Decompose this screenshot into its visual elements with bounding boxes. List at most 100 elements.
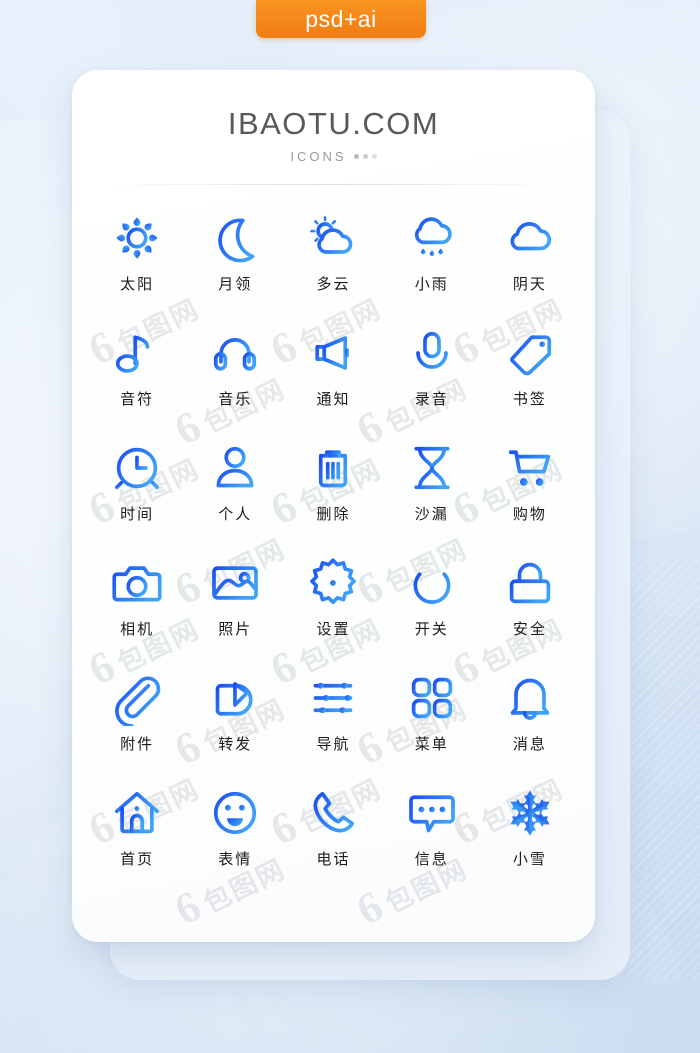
icon-label: 录音 xyxy=(414,390,449,408)
icon-label: 个人 xyxy=(218,505,253,523)
icon-cell-headphones[interactable]: 音乐 xyxy=(186,324,284,421)
power-icon[interactable] xyxy=(404,554,460,612)
phone-icon[interactable] xyxy=(305,784,361,842)
icon-label: 首页 xyxy=(120,850,155,868)
icon-label: 音乐 xyxy=(218,390,253,408)
snowflake-icon[interactable] xyxy=(502,784,558,842)
header-divider xyxy=(98,184,569,185)
alarm-clock-icon[interactable] xyxy=(109,439,165,497)
rain-icon[interactable] xyxy=(404,209,460,267)
icon-cell-home[interactable]: 首页 xyxy=(88,784,186,881)
icon-grid: 太阳 月领 多云 小雨 阴天音符 音乐 通知 录音 书签时间 个人 删除 沙漏 购物相机 照片 设置 开关 安全… xyxy=(88,209,579,881)
icon-cell-tag[interactable]: 书签 xyxy=(481,324,579,421)
icon-cell-camera[interactable]: 相机 xyxy=(88,554,186,651)
tag-icon[interactable] xyxy=(502,324,558,382)
microphone-icon[interactable] xyxy=(404,324,460,382)
speaker-icon[interactable] xyxy=(305,324,361,382)
partly-cloudy-icon[interactable] xyxy=(305,209,361,267)
icon-label: 安全 xyxy=(512,620,547,638)
icon-cell-forward[interactable]: 转发 xyxy=(186,669,284,766)
icon-label: 表情 xyxy=(218,850,253,868)
icon-label: 音符 xyxy=(120,390,155,408)
chat-icon[interactable] xyxy=(404,784,460,842)
icon-cell-chat[interactable]: 信息 xyxy=(383,784,481,881)
icon-cell-partly-cloudy[interactable]: 多云 xyxy=(284,209,382,306)
icon-label: 相机 xyxy=(120,620,155,638)
lock-icon[interactable] xyxy=(502,554,558,612)
headphones-icon[interactable] xyxy=(207,324,263,382)
card-header: IBAOTU.COM ICONS xyxy=(72,70,595,185)
sun-icon[interactable] xyxy=(109,209,165,267)
icon-label: 小雪 xyxy=(512,850,547,868)
icon-cell-sun[interactable]: 太阳 xyxy=(88,209,186,306)
icon-label: 删除 xyxy=(316,505,351,523)
icon-cell-smiley[interactable]: 表情 xyxy=(186,784,284,881)
hourglass-icon[interactable] xyxy=(404,439,460,497)
icon-label: 信息 xyxy=(414,850,449,868)
subtitle-row: ICONS xyxy=(72,149,595,164)
icon-label: 消息 xyxy=(512,735,547,753)
camera-icon[interactable] xyxy=(109,554,165,612)
sliders-icon[interactable] xyxy=(305,669,361,727)
icon-label: 转发 xyxy=(218,735,253,753)
smiley-icon[interactable] xyxy=(207,784,263,842)
icon-set-card: 6包图网 6包图网 6包图网 6包图网 6包图网 6包图网 6包图网 6包图网 6包图网 6包图网… xyxy=(72,70,595,942)
icon-label: 开关 xyxy=(414,620,449,638)
icon-cell-paperclip[interactable]: 附件 xyxy=(88,669,186,766)
icon-label: 购物 xyxy=(512,505,547,523)
grid-menu-icon[interactable] xyxy=(404,669,460,727)
icon-cell-snowflake[interactable]: 小雪 xyxy=(481,784,579,881)
icon-label: 附件 xyxy=(120,735,155,753)
moon-icon[interactable] xyxy=(207,209,263,267)
icon-cell-user[interactable]: 个人 xyxy=(186,439,284,536)
icon-cell-grid-menu[interactable]: 菜单 xyxy=(383,669,481,766)
icon-label: 小雨 xyxy=(414,275,449,293)
photo-icon[interactable] xyxy=(207,554,263,612)
icon-label: 书签 xyxy=(512,390,547,408)
icon-cell-lock[interactable]: 安全 xyxy=(481,554,579,651)
icon-label: 照片 xyxy=(218,620,253,638)
icon-label: 导航 xyxy=(316,735,351,753)
icon-cell-alarm-clock[interactable]: 时间 xyxy=(88,439,186,536)
icon-label: 月领 xyxy=(218,275,253,293)
icon-cell-bell[interactable]: 消息 xyxy=(481,669,579,766)
icon-cell-rain[interactable]: 小雨 xyxy=(383,209,481,306)
icon-cell-hourglass[interactable]: 沙漏 xyxy=(383,439,481,536)
trash-icon[interactable] xyxy=(305,439,361,497)
icon-cell-gear[interactable]: 设置 xyxy=(284,554,382,651)
icon-cell-cloud[interactable]: 阴天 xyxy=(481,209,579,306)
icon-label: 电话 xyxy=(316,850,351,868)
icon-label: 设置 xyxy=(316,620,351,638)
dots-decoration xyxy=(353,154,377,159)
psd-ai-badge: psd+ai xyxy=(256,0,426,38)
icon-label: 通知 xyxy=(316,390,351,408)
home-icon[interactable] xyxy=(109,784,165,842)
icon-cell-power[interactable]: 开关 xyxy=(383,554,481,651)
bell-icon[interactable] xyxy=(502,669,558,727)
icon-label: 阴天 xyxy=(512,275,547,293)
page-title: IBAOTU.COM xyxy=(227,106,440,141)
page-background: psd+ai 6包图网 6包图网 6包图网 6包图网 6包图网 6包图网 6包图网 6包图网 6… xyxy=(0,0,700,1053)
icon-cell-cart[interactable]: 购物 xyxy=(481,439,579,536)
icon-cell-photo[interactable]: 照片 xyxy=(186,554,284,651)
cart-icon[interactable] xyxy=(502,439,558,497)
icon-cell-sliders[interactable]: 导航 xyxy=(284,669,382,766)
icon-cell-trash[interactable]: 删除 xyxy=(284,439,382,536)
paperclip-icon[interactable] xyxy=(109,669,165,727)
icon-label: 太阳 xyxy=(120,275,155,293)
icon-cell-microphone[interactable]: 录音 xyxy=(383,324,481,421)
music-note-icon[interactable] xyxy=(109,324,165,382)
icon-label: 多云 xyxy=(316,275,351,293)
icon-label: 时间 xyxy=(120,505,155,523)
user-icon[interactable] xyxy=(207,439,263,497)
icon-cell-music-note[interactable]: 音符 xyxy=(88,324,186,421)
badge-label: psd+ai xyxy=(305,5,377,32)
icon-cell-moon[interactable]: 月领 xyxy=(186,209,284,306)
icon-cell-speaker[interactable]: 通知 xyxy=(284,324,382,421)
gear-icon[interactable] xyxy=(305,554,361,612)
forward-icon[interactable] xyxy=(207,669,263,727)
icon-cell-phone[interactable]: 电话 xyxy=(284,784,382,881)
icon-label: 沙漏 xyxy=(414,505,449,523)
cloud-icon[interactable] xyxy=(502,209,558,267)
page-subtitle: ICONS xyxy=(290,149,347,164)
